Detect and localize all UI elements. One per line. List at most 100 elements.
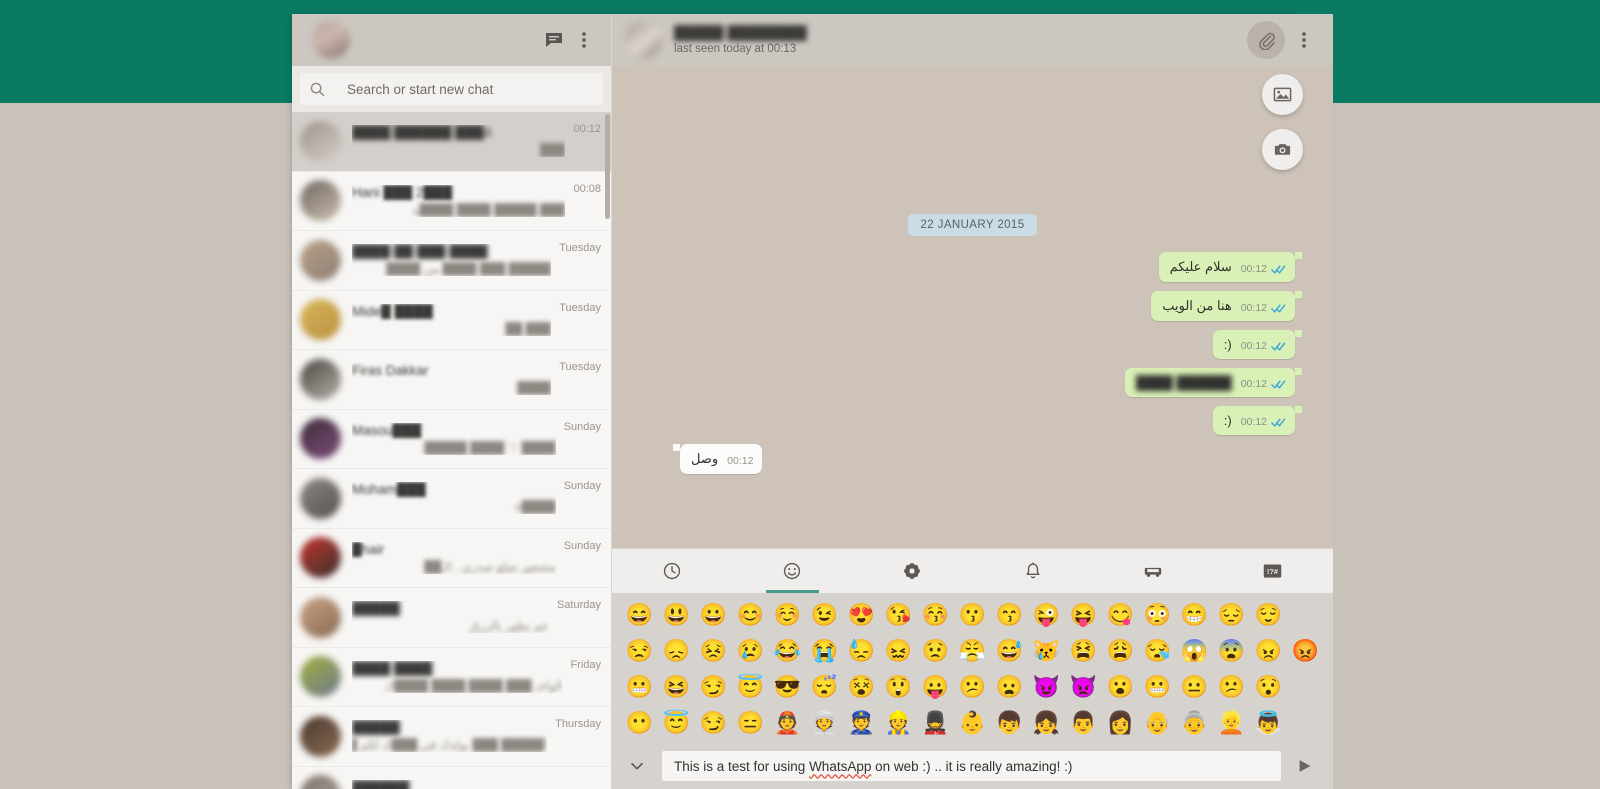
emoji-cell[interactable]: 😄 (622, 598, 657, 632)
emoji-cell[interactable]: 😔 (1214, 598, 1249, 632)
emoji-cell[interactable]: 👳 (807, 706, 842, 740)
emoji-cell[interactable]: 💂 (918, 706, 953, 740)
profile-avatar[interactable] (312, 21, 350, 59)
emoji-cell[interactable]: 😏 (696, 670, 731, 704)
emoji-cell[interactable]: 👵 (1177, 706, 1212, 740)
emoji-cell[interactable]: 👲 (770, 706, 805, 740)
emoji-cell[interactable]: 👼 (1251, 706, 1286, 740)
emoji-tab-objects[interactable] (973, 549, 1093, 593)
emoji-cell[interactable]: 👶 (955, 706, 990, 740)
outgoing-message-bubble[interactable]: هنا من الويب 00:12 (1151, 291, 1302, 321)
emoji-cell[interactable]: 😶 (622, 706, 657, 740)
contact-info[interactable]: █████ ████████ last seen today at 00:13 (674, 25, 1247, 55)
emoji-cell[interactable]: 😑 (733, 706, 768, 740)
emoji-cell[interactable]: 😐 (1177, 670, 1212, 704)
chat-list-item[interactable]: Hani ███ 2███ ███ █████ ████ ████ه 00:08 (292, 172, 611, 231)
emoji-cell[interactable]: 😇 (733, 670, 768, 704)
paperclip-icon[interactable] (1247, 21, 1285, 59)
chat-list-item[interactable]: █████ أ█████ ███ بولدك في ███ك لكم ██ Thur… (292, 707, 611, 767)
photo-gallery-icon[interactable] (1262, 74, 1303, 115)
emoji-cell[interactable]: 😯 (1251, 670, 1286, 704)
emoji-cell[interactable]: 😝 (1066, 598, 1101, 632)
emoji-cell[interactable]: 😩 (1103, 634, 1138, 668)
emoji-cell[interactable]: 😠 (1251, 634, 1286, 668)
emoji-cell[interactable]: 😏 (696, 706, 731, 740)
incoming-message-bubble[interactable]: وصل 00:12 (672, 444, 763, 474)
emoji-cell[interactable]: 😖 (881, 634, 916, 668)
emoji-cell[interactable]: 😛 (918, 670, 953, 704)
chat-list-item[interactable]: ███████████ (292, 767, 611, 789)
chat-list-item[interactable]: █hair مشعور ضلع صدري.. الـ██ Sunday (292, 529, 611, 588)
chevron-down-icon[interactable] (622, 751, 652, 781)
outgoing-message-bubble[interactable]: ██████ ████ 00:12 (1125, 368, 1302, 397)
emoji-cell[interactable]: 😓 (844, 634, 879, 668)
emoji-cell[interactable]: 😘 (881, 598, 916, 632)
chat-list-item[interactable]: Moham███ ████o Sunday (292, 469, 611, 529)
emoji-cell[interactable]: 😅 (992, 634, 1027, 668)
outgoing-message-bubble[interactable]: :) 00:12 (1212, 406, 1303, 435)
emoji-tab-travel[interactable] (1093, 549, 1213, 593)
emoji-cell[interactable]: 😆 (659, 670, 694, 704)
emoji-cell[interactable]: 😁 (1177, 598, 1212, 632)
emoji-cell[interactable]: 😬 (1140, 670, 1175, 704)
emoji-cell[interactable]: 😋 (1103, 598, 1138, 632)
emoji-tab-recent[interactable] (612, 549, 732, 593)
emoji-cell[interactable]: 😍 (844, 598, 879, 632)
emoji-cell[interactable]: 😚 (918, 598, 953, 632)
emoji-cell[interactable]: 😉 (807, 598, 842, 632)
emoji-cell[interactable]: ☺️ (770, 598, 805, 632)
chat-list-item[interactable]: ████ ██████ ███4 ███ 00:12 (292, 112, 611, 172)
outgoing-message-bubble[interactable]: :) 00:12 (1212, 330, 1303, 359)
emoji-cell[interactable]: 😤 (955, 634, 990, 668)
chat-list-item[interactable]: ████ ████ الواجـ ███ ████ ████ ████ك Frida… (292, 648, 611, 707)
emoji-cell[interactable]: 👧 (1029, 706, 1064, 740)
emoji-cell[interactable]: 😦 (992, 670, 1027, 704)
send-icon[interactable] (1291, 751, 1319, 781)
chat-overflow-menu-icon[interactable] (1289, 23, 1319, 57)
emoji-cell[interactable]: 👨 (1066, 706, 1101, 740)
emoji-cell[interactable]: 👿 (1066, 670, 1101, 704)
emoji-tab-smileys[interactable] (732, 549, 852, 593)
emoji-cell[interactable]: 👷 (881, 706, 916, 740)
message-input[interactable]: This is a test for using WhatsApp on web… (662, 751, 1281, 781)
emoji-cell[interactable]: 😇 (659, 706, 694, 740)
emoji-cell[interactable]: 😿 (1029, 634, 1064, 668)
emoji-cell[interactable]: 😊 (733, 598, 768, 632)
emoji-cell[interactable]: 😌 (1251, 598, 1286, 632)
chat-list-item[interactable]: █████ عم نطور بالرزق Saturday (292, 588, 611, 648)
emoji-cell[interactable]: 😬 (622, 670, 657, 704)
chat-list-item[interactable]: Firas Dakkar ████ Tuesday (292, 350, 611, 410)
emoji-cell[interactable]: 😭 (807, 634, 842, 668)
overflow-menu-icon[interactable] (569, 25, 599, 55)
chat-list-item[interactable]: Mide█ ████ ███ ██ Tuesday (292, 291, 611, 350)
emoji-cell[interactable]: 😂 (770, 634, 805, 668)
emoji-cell[interactable]: 👮 (844, 706, 879, 740)
chat-list-item[interactable]: ████ ██ ███ ████ █████ ███ ████ من ████ Tu… (292, 231, 611, 291)
emoji-cell[interactable]: 😣 (696, 634, 731, 668)
emoji-cell[interactable]: 😫 (1066, 634, 1101, 668)
emoji-cell[interactable]: 😪 (1140, 634, 1175, 668)
emoji-cell[interactable]: 👦 (992, 706, 1027, 740)
emoji-cell[interactable]: 😟 (918, 634, 953, 668)
search-input[interactable]: Search or start new chat (300, 73, 603, 105)
emoji-cell[interactable]: 😎 (770, 670, 805, 704)
emoji-cell[interactable]: 😕 (1214, 670, 1249, 704)
emoji-cell[interactable]: 😗 (955, 598, 990, 632)
emoji-cell[interactable]: 😃 (659, 598, 694, 632)
emoji-tab-nature[interactable] (852, 549, 972, 593)
emoji-cell[interactable]: 😳 (1140, 598, 1175, 632)
sidebar-scrollbar[interactable] (604, 14, 611, 789)
message-area[interactable]: 22 JANUARY 2015 سلام عليكم 00:12 هنا من ال… (612, 66, 1333, 548)
emoji-cell[interactable]: 😮 (1103, 670, 1138, 704)
emoji-cell[interactable]: 😈 (1029, 670, 1064, 704)
emoji-cell[interactable]: 😱 (1177, 634, 1212, 668)
emoji-cell[interactable]: 😴 (807, 670, 842, 704)
emoji-cell[interactable]: 😡 (1288, 634, 1323, 668)
emoji-cell[interactable]: 👩 (1103, 706, 1138, 740)
sidebar-scrollbar-thumb[interactable] (605, 114, 610, 219)
new-chat-icon[interactable] (539, 25, 569, 55)
camera-icon[interactable] (1262, 129, 1303, 170)
outgoing-message-bubble[interactable]: سلام عليكم 00:12 (1158, 252, 1303, 282)
emoji-cell[interactable]: 😜 (1029, 598, 1064, 632)
emoji-cell[interactable]: 😨 (1214, 634, 1249, 668)
